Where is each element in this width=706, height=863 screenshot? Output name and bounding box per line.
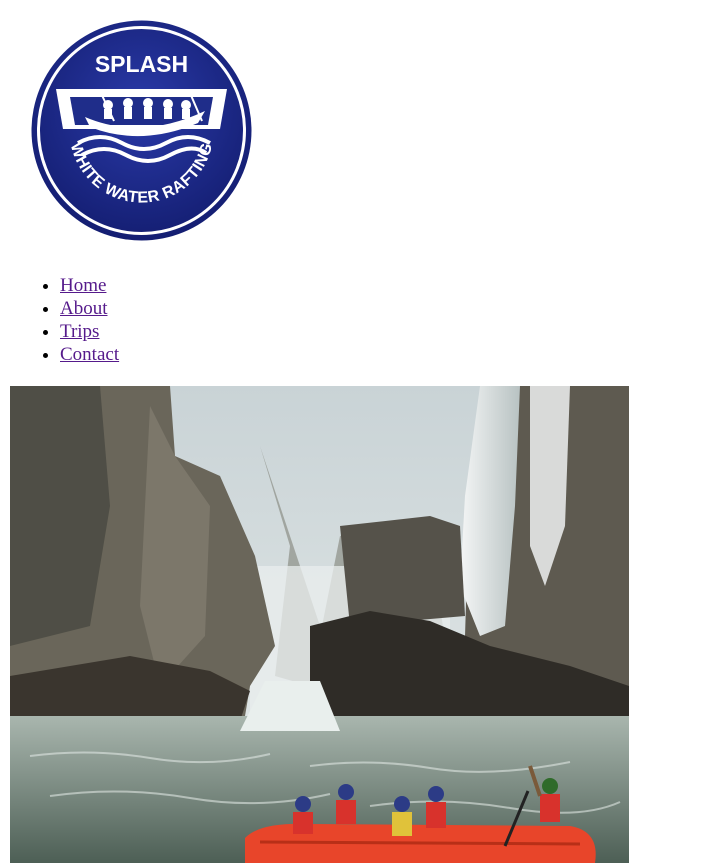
nav-item-home: Home — [60, 274, 119, 297]
hero-image — [10, 386, 629, 863]
nav-link-about[interactable]: About — [60, 298, 108, 319]
nav-link-contact[interactable]: Contact — [60, 344, 119, 365]
nav-item-contact: Contact — [60, 343, 119, 366]
splash-logo-icon: SPLASH WHITE WATER RAFTING — [31, 20, 252, 241]
site-logo[interactable]: SPLASH WHITE WATER RAFTING — [30, 19, 253, 242]
nav-item-about: About — [60, 297, 119, 320]
rafting-photo — [10, 386, 629, 863]
middle-cliff — [340, 516, 465, 626]
nav-link-trips[interactable]: Trips — [60, 321, 99, 342]
main-nav: Home About Trips Contact — [0, 274, 119, 366]
nav-item-trips: Trips — [60, 320, 119, 343]
logo-top-text: SPLASH — [95, 51, 188, 77]
nav-link-home[interactable]: Home — [60, 275, 106, 296]
